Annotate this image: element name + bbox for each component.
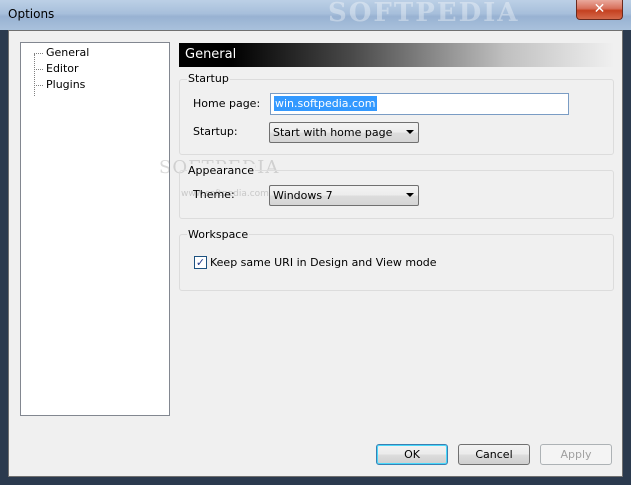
keep-uri-checkbox[interactable]: ✓ [194, 256, 207, 269]
tree-item-label: Plugins [46, 78, 86, 91]
title-bar[interactable]: Options SOFTPEDIA ✕ [0, 0, 631, 30]
ok-button[interactable]: OK [376, 444, 448, 465]
theme-select[interactable]: Windows 7 [269, 185, 419, 206]
watermark-logo: SOFTPEDIA [328, 0, 520, 28]
home-page-input[interactable]: win.softpedia.com [270, 93, 569, 115]
startup-select-value: Start with home page [273, 126, 393, 139]
startup-group-label: Startup [187, 72, 230, 85]
close-icon: ✕ [593, 1, 606, 17]
home-page-label: Home page: [193, 97, 261, 110]
chevron-down-icon [406, 130, 414, 134]
close-button[interactable]: ✕ [576, 0, 623, 20]
home-page-value: win.softpedia.com [274, 96, 377, 111]
cancel-button[interactable]: Cancel [458, 444, 530, 465]
keep-uri-label[interactable]: Keep same URI in Design and View mode [210, 256, 437, 269]
startup-select[interactable]: Start with home page [269, 122, 419, 143]
options-window: Options SOFTPEDIA ✕ General Editor Plugi… [0, 0, 631, 485]
check-icon: ✓ [195, 256, 206, 269]
startup-group [179, 79, 614, 155]
tree-item-general[interactable]: General [34, 46, 89, 60]
tree-item-label: Editor [46, 62, 79, 75]
workspace-group-label: Workspace [187, 228, 250, 241]
theme-label: Theme: [193, 188, 235, 201]
tree-item-editor[interactable]: Editor [34, 62, 79, 76]
apply-button[interactable]: Apply [540, 444, 612, 465]
chevron-down-icon [406, 193, 414, 197]
tree-item-label: General [46, 46, 90, 59]
theme-select-value: Windows 7 [273, 189, 333, 202]
tree-item-plugins[interactable]: Plugins [34, 78, 85, 92]
window-title: Options [8, 7, 55, 21]
dialog-client-area: General Editor Plugins General Startup H… [8, 30, 623, 477]
appearance-group-label: Appearance [187, 164, 256, 177]
options-tree[interactable]: General Editor Plugins [20, 42, 170, 416]
section-title: General [179, 43, 614, 67]
startup-label: Startup: [193, 125, 238, 138]
